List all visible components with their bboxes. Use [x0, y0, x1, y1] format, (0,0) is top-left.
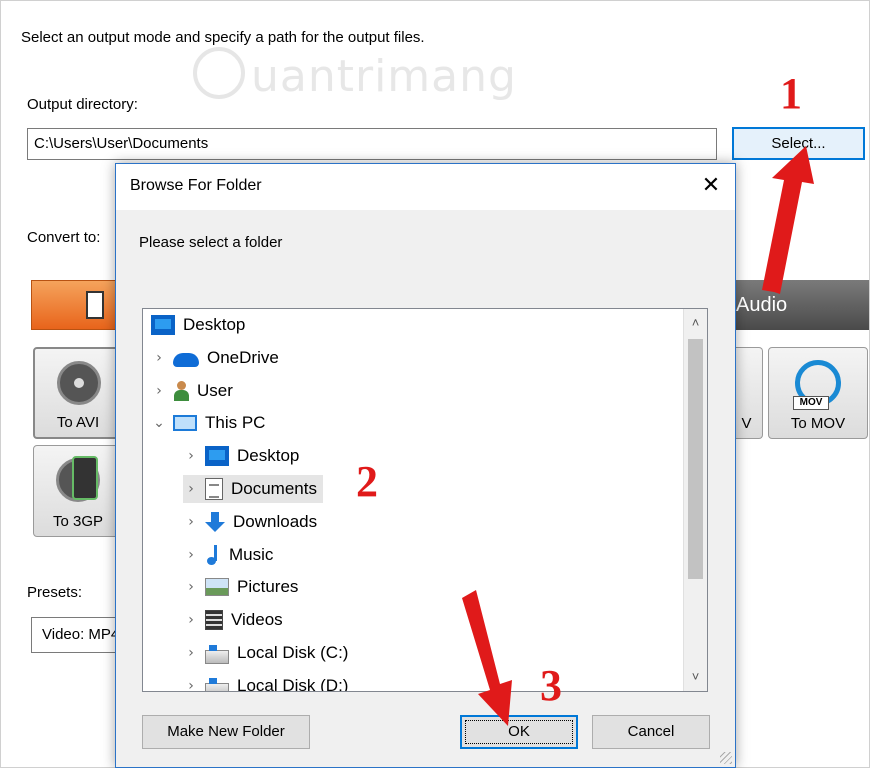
folder-tree[interactable]: Desktop › OneDrive › User ⌄ This PC › Desktop › Do… [142, 308, 708, 692]
tab-video[interactable] [31, 280, 121, 330]
tab-audio[interactable]: Audio [731, 280, 869, 330]
lightbulb-icon [193, 47, 245, 99]
chevron-right-icon[interactable]: › [151, 377, 167, 405]
tree-item-label: Desktop [237, 446, 300, 466]
chevron-right-icon[interactable]: › [183, 639, 199, 667]
chevron-right-icon[interactable]: › [183, 672, 199, 691]
tree-item-label: Videos [231, 610, 283, 630]
to-3gp-button[interactable]: To 3GP [33, 445, 123, 537]
tree-item[interactable]: Desktop [145, 311, 245, 339]
resize-grip-icon[interactable] [720, 752, 732, 764]
step-2-number: 2 [356, 457, 378, 506]
tree-item[interactable]: › Desktop [183, 442, 299, 470]
tree-item-label: OneDrive [207, 347, 279, 367]
instruction-text: Select an output mode and specify a path… [21, 29, 425, 46]
mov-badge: MOV [793, 396, 829, 410]
dialog-title: Browse For Folder [130, 177, 262, 194]
watermark-text: uantrimang [251, 51, 517, 102]
scroll-down-icon[interactable]: ˅ [684, 663, 707, 691]
step-1-number: 1 [780, 69, 802, 118]
scroll-up-icon[interactable]: ˄ [684, 309, 707, 337]
tree-item[interactable]: › Videos [183, 606, 283, 634]
to-3gp-label: To 3GP [52, 513, 104, 530]
focus-rectangle [465, 720, 573, 744]
desktop-icon [151, 315, 175, 335]
film-reel-icon [57, 361, 101, 405]
to-mov-button[interactable]: MOV To MOV [768, 347, 868, 439]
scroll-thumb[interactable] [688, 339, 703, 579]
chevron-right-icon[interactable]: › [183, 573, 199, 601]
tree-item-label: User [197, 380, 233, 400]
chevron-down-icon[interactable]: ⌄ [151, 409, 167, 437]
chevron-right-icon[interactable]: › [183, 475, 199, 503]
documents-icon [205, 478, 223, 500]
tree-item-label: Documents [231, 479, 317, 498]
chevron-right-icon[interactable]: › [151, 344, 167, 372]
tree-item-label: Music [229, 544, 274, 564]
chevron-right-icon[interactable]: › [183, 541, 199, 569]
onedrive-icon [173, 352, 199, 367]
cancel-button[interactable]: Cancel [592, 715, 710, 749]
tree-item-label: Downloads [233, 511, 318, 531]
local-disk-icon [205, 677, 229, 691]
close-icon[interactable]: ✕ [697, 172, 725, 200]
step-3-number: 3 [540, 661, 562, 710]
local-disk-icon [205, 645, 229, 664]
to-avi-button[interactable]: To AVI [33, 347, 123, 439]
output-directory-label: Output directory: [27, 96, 138, 113]
tree-item[interactable]: › User [151, 377, 233, 405]
tree-item-label: Local Disk (D:) [237, 675, 349, 692]
chevron-right-icon[interactable]: › [183, 508, 199, 536]
music-icon [205, 544, 221, 565]
presets-label: Presets: [27, 584, 83, 601]
tree-item[interactable]: › Pictures [183, 573, 298, 601]
chevron-right-icon[interactable]: › [183, 606, 199, 634]
user-icon [173, 380, 189, 401]
convert-to-label: Convert to: [27, 229, 101, 246]
dialog-prompt: Please select a folder [139, 234, 283, 251]
tree-item-label: Local Disk (C:) [237, 643, 349, 662]
tree-item[interactable]: › Downloads [183, 508, 317, 536]
videos-icon [205, 610, 223, 631]
tree-item[interactable]: › Music [183, 541, 273, 569]
to-avi-label: To AVI [56, 414, 100, 431]
watermark: uantrimang [193, 47, 517, 105]
film-icon [86, 291, 104, 319]
this-pc-icon [173, 415, 197, 432]
select-button[interactable]: Select... [732, 127, 865, 160]
browse-for-folder-dialog: Browse For Folder ✕ Please select a fold… [115, 163, 736, 768]
tree-item[interactable]: ⌄ This PC [151, 409, 265, 437]
tree-item[interactable]: › Documents [183, 475, 323, 503]
tree-item-label: Pictures [237, 577, 299, 597]
to-mov-label: To MOV [790, 415, 846, 432]
output-directory-field[interactable]: C:\Users\User\Documents [27, 128, 717, 160]
pictures-icon [205, 578, 229, 597]
tree-item-label: This PC [205, 413, 266, 433]
desktop-icon [205, 446, 229, 467]
tree-item[interactable]: › Local Disk (D:) [183, 672, 349, 692]
chevron-right-icon[interactable]: › [183, 442, 199, 470]
mobile-phone-icon [72, 456, 98, 500]
tree-item-label: Desktop [183, 315, 246, 334]
tree-item[interactable]: › Local Disk (C:) [183, 639, 348, 667]
downloads-icon [205, 511, 225, 532]
tree-scrollbar[interactable]: ˄ ˅ [683, 309, 707, 691]
ok-button[interactable]: OK [460, 715, 578, 749]
make-new-folder-button[interactable]: Make New Folder [142, 715, 310, 749]
tree-item[interactable]: › OneDrive [151, 344, 279, 372]
